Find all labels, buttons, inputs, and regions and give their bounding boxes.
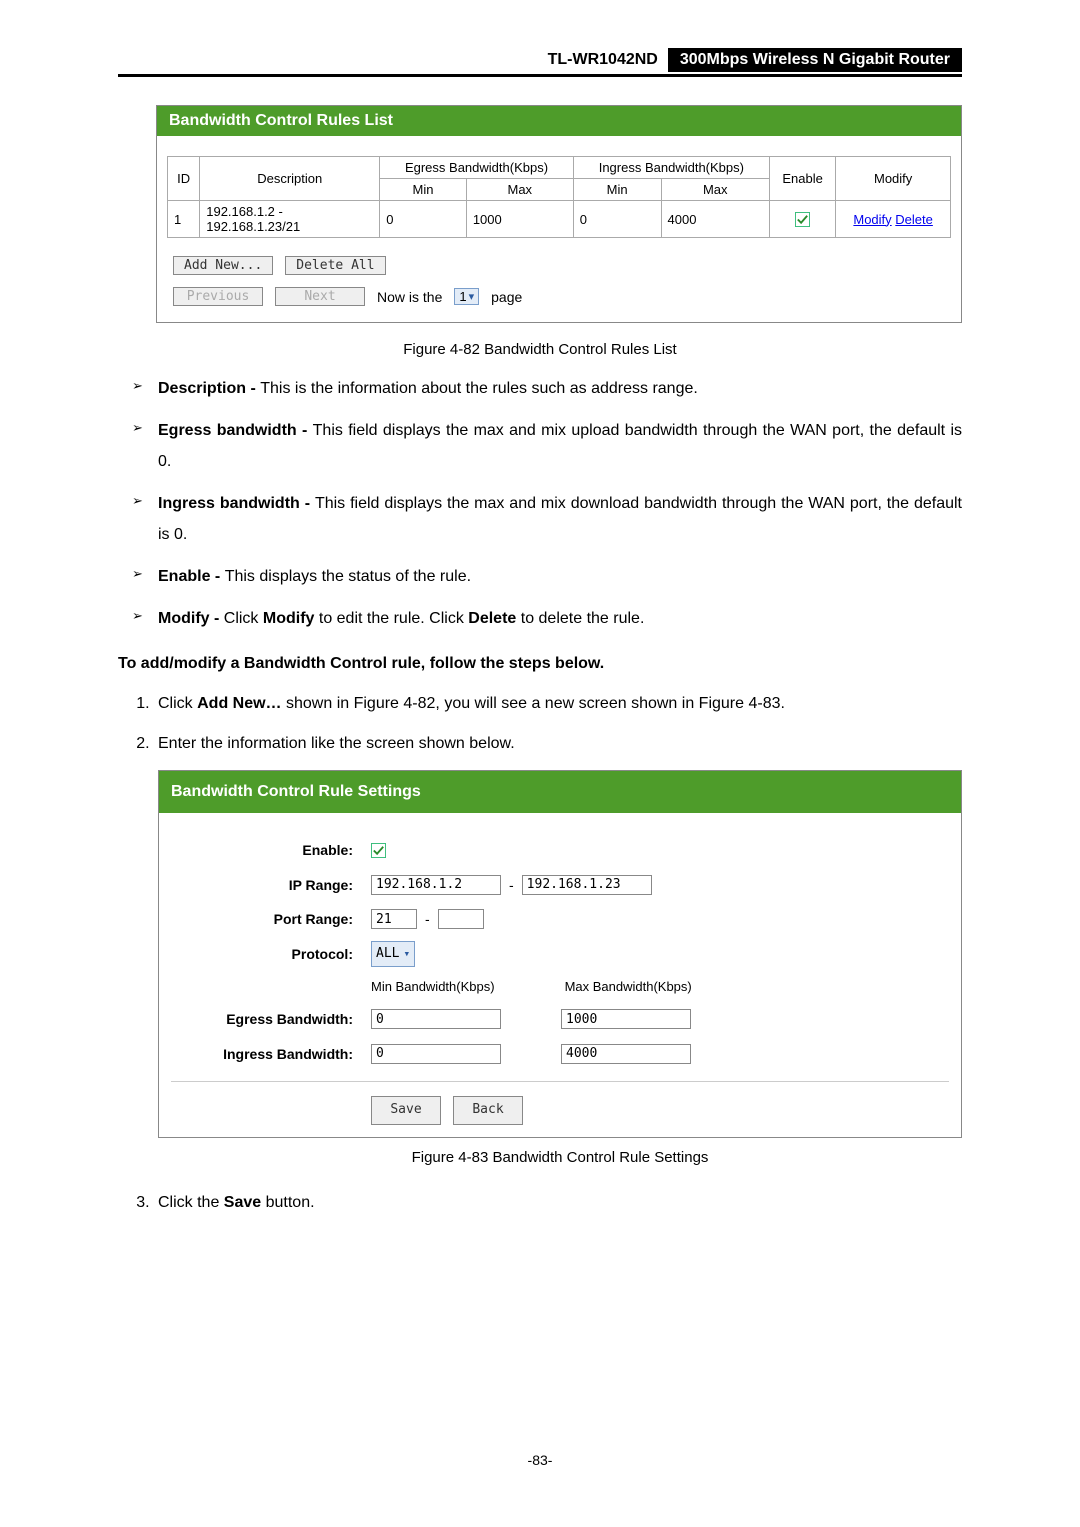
step-1: Click Add New… shown in Figure 4-82, you… [154,689,962,719]
step-2: Enter the information like the screen sh… [154,729,962,1172]
col-description: Description [200,157,380,201]
ip-range-start-input[interactable] [371,875,501,895]
previous-button[interactable]: Previous [173,287,263,306]
egress-max-input[interactable] [561,1009,691,1029]
max-bw-header: Max Bandwidth(Kbps) [565,975,692,1000]
checkbox-checked-icon [795,212,810,227]
pager-text-pre: Now is the [377,289,442,305]
cell-id: 1 [168,201,200,238]
cell-in-min: 0 [573,201,661,238]
page-select-value: 1 [459,289,466,304]
dash-separator: - [509,872,514,899]
label-port-range: Port Range: [171,906,371,933]
egress-min-input[interactable] [371,1009,501,1029]
cell-desc: 192.168.1.2 - 192.168.1.23/21 [200,201,380,238]
label-egress-bw: Egress Bandwidth: [171,1006,371,1033]
table-row: 1 192.168.1.2 - 192.168.1.23/21 0 1000 0… [168,201,951,238]
cell-modify: Modify Delete [836,201,951,238]
rules-list-panel: Bandwidth Control Rules List ID Descript… [156,105,962,323]
chevron-down-icon: ▾ [403,944,410,965]
port-range-end-input[interactable] [438,909,484,929]
enable-checkbox[interactable] [371,843,386,858]
dash-separator: - [425,906,430,933]
ingress-max-input[interactable] [561,1044,691,1064]
label-protocol: Protocol: [171,941,371,968]
ip-range-end-input[interactable] [522,875,652,895]
cell-in-max: 4000 [661,201,769,238]
delete-all-button[interactable]: Delete All [285,256,385,275]
page-number: -83- [528,1452,553,1468]
col-modify: Modify [836,157,951,201]
list-item: Modify - Click Modify to edit the rule. … [132,604,962,634]
label-ingress-bw: Ingress Bandwidth: [171,1041,371,1068]
cell-eg-max: 1000 [466,201,573,238]
col-ingress: Ingress Bandwidth(Kbps) [573,157,769,179]
step-3: Click the Save button. [154,1188,962,1218]
col-in-min: Min [573,179,661,201]
steps-list: Click Add New… shown in Figure 4-82, you… [118,689,962,1219]
list-item: Ingress bandwidth - This field displays … [132,489,962,550]
bullet-list: Description - This is the information ab… [118,374,962,635]
intro-heading: To add/modify a Bandwidth Control rule, … [118,655,962,673]
list-item: Description - This is the information ab… [132,374,962,404]
label-enable: Enable: [171,837,371,864]
delete-link[interactable]: Delete [895,212,933,227]
modify-link[interactable]: Modify [853,212,891,227]
save-button[interactable]: Save [371,1096,441,1125]
col-eg-min: Min [380,179,467,201]
cell-eg-min: 0 [380,201,467,238]
page-select[interactable]: 1 ▾ [454,288,479,305]
protocol-value: ALL [376,942,399,967]
col-enable: Enable [769,157,835,201]
rules-table: ID Description Egress Bandwidth(Kbps) In… [167,156,951,238]
next-button[interactable]: Next [275,287,365,306]
min-bw-header: Min Bandwidth(Kbps) [371,975,495,1000]
col-in-max: Max [661,179,769,201]
protocol-select[interactable]: ALL ▾ [371,941,415,968]
chevron-down-icon: ▾ [469,290,475,303]
header-desc: 300Mbps Wireless N Gigabit Router [668,48,962,72]
list-item: Enable - This displays the status of the… [132,562,962,592]
ingress-min-input[interactable] [371,1044,501,1064]
header-model: TL-WR1042ND [548,48,668,72]
pager-text-post: page [491,289,522,305]
rules-list-title: Bandwidth Control Rules List [157,106,961,136]
add-new-button[interactable]: Add New... [173,256,273,275]
col-id: ID [168,157,200,201]
col-eg-max: Max [466,179,573,201]
list-item: Egress bandwidth - This field displays t… [132,416,962,477]
figure-82-caption: Figure 4-82 Bandwidth Control Rules List [118,341,962,358]
page-header: TL-WR1042ND 300Mbps Wireless N Gigabit R… [118,48,962,77]
settings-panel: Bandwidth Control Rule Settings Enable: … [158,770,962,1138]
settings-title: Bandwidth Control Rule Settings [159,771,961,813]
back-button[interactable]: Back [453,1096,523,1125]
label-ip-range: IP Range: [171,872,371,899]
figure-83-caption: Figure 4-83 Bandwidth Control Rule Setti… [158,1144,962,1173]
col-egress: Egress Bandwidth(Kbps) [380,157,574,179]
cell-enable-checkbox[interactable] [769,201,835,238]
port-range-start-input[interactable] [371,909,417,929]
